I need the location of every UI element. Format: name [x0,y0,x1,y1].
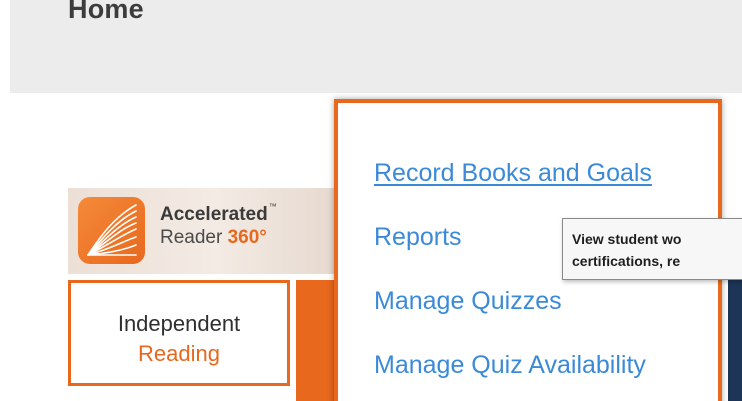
orange-tab-strip [296,280,336,401]
ar-brand-subtitle: Reader 360° [160,227,267,248]
program-label-line1: Independent [117,311,241,336]
trademark-symbol: ™ [268,202,277,211]
ar-brand-name: Accelerated™ [160,202,277,225]
page-title: Home [68,0,144,24]
dark-panel-edge [728,280,742,401]
accelerated-reader-logo-icon [78,197,145,264]
tooltip: View student wo certifications, re [562,218,742,280]
tooltip-line1: View student wo [572,231,682,247]
menu-item-record-books-and-goals[interactable]: Record Books and Goals [374,159,652,188]
menu-item-manage-quizzes[interactable]: Manage Quizzes [374,287,562,316]
program-label-line2: Reading [138,341,220,366]
accelerated-reader-tile[interactable]: Accelerated™ Reader 360° [68,188,338,274]
menu-item-reports[interactable]: Reports [374,223,462,252]
tooltip-line2: certifications, re [572,253,681,269]
page: Home Accelerated™ Reader 360° Independen… [0,0,742,401]
independent-reading-button[interactable]: Independent Reading [68,280,290,386]
menu-item-manage-quiz-availability[interactable]: Manage Quiz Availability [374,351,646,380]
